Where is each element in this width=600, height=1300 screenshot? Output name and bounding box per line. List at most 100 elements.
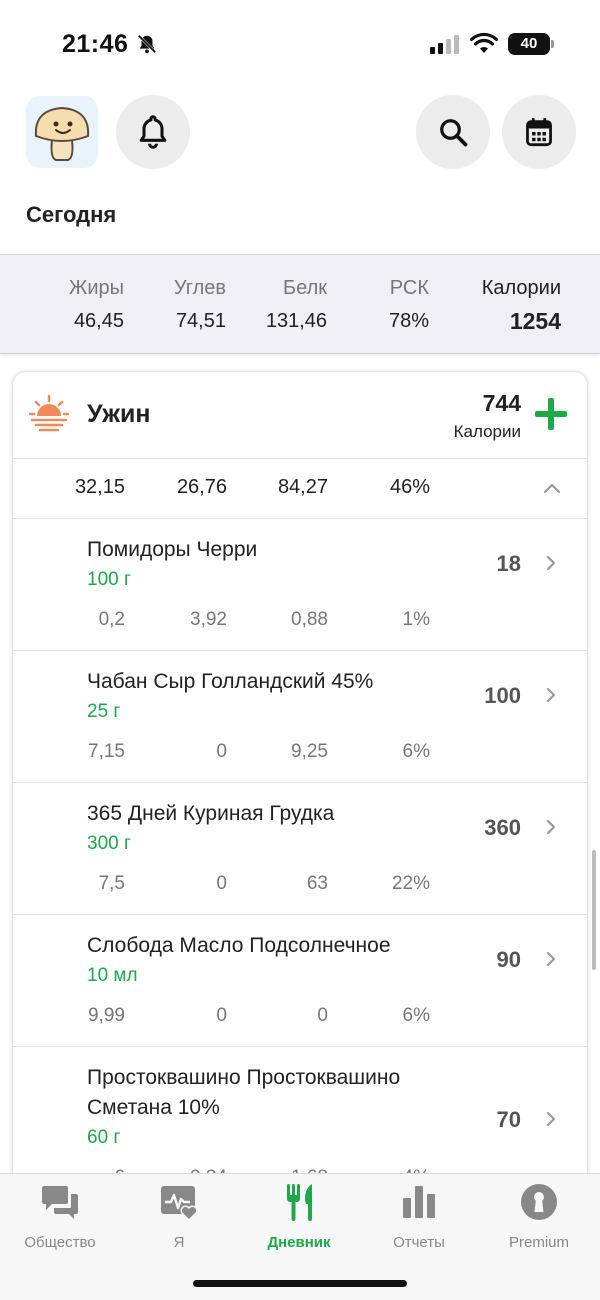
- fork-knife-icon: [287, 1184, 312, 1221]
- total-label: РСК: [389, 277, 429, 299]
- food-protein: 0: [317, 1005, 328, 1026]
- total-value: 78%: [388, 310, 429, 332]
- meal-card: Ужин 744 Калории 32,15 26,76 84,27 46% П…: [12, 371, 588, 1271]
- sunset-icon: [29, 394, 69, 432]
- tab-label: Дневник: [267, 1234, 331, 1251]
- total-label: Белк: [282, 277, 327, 299]
- home-indicator: [193, 1280, 407, 1287]
- food-calories: 90: [496, 947, 521, 972]
- food-rsk: 1%: [402, 609, 430, 630]
- total-label: Калории: [481, 277, 561, 299]
- chevron-right-icon: [546, 687, 556, 703]
- total-value: 74,51: [175, 310, 226, 332]
- bell-muted-icon: [137, 34, 157, 54]
- tab-label: Premium: [508, 1234, 569, 1251]
- total-rsk: РСК 78%: [389, 277, 429, 333]
- add-food-button[interactable]: [533, 396, 569, 432]
- bar-chart-icon: [403, 1186, 435, 1218]
- food-item[interactable]: Помидоры Черри 100 г 18 0,2 3,92 0,88 1%: [13, 518, 587, 650]
- tab-me[interactable]: Я: [119, 1182, 239, 1251]
- avatar[interactable]: [26, 96, 98, 168]
- food-protein: 0,88: [291, 609, 328, 630]
- notifications-button[interactable]: [116, 95, 190, 169]
- keyhole-icon: [521, 1184, 557, 1220]
- food-carbs: 0: [216, 741, 227, 762]
- food-name: Простоквашино Простоквашино Сметана 10%: [87, 1066, 401, 1119]
- battery-tip: [551, 40, 554, 48]
- food-fat: 7,15: [88, 741, 125, 762]
- tab-label: Отчеты: [393, 1234, 445, 1251]
- tab-diary[interactable]: Дневник: [239, 1182, 359, 1251]
- tab-community[interactable]: Общество: [0, 1182, 120, 1251]
- food-carbs: 0: [216, 873, 227, 894]
- meal-macros-row[interactable]: 32,15 26,76 84,27 46%: [13, 458, 587, 518]
- food-protein: 9,25: [291, 741, 328, 762]
- total-carbs: Углев 74,51: [174, 277, 226, 333]
- food-calories: 100: [484, 683, 521, 708]
- chevron-right-icon: [546, 1111, 556, 1127]
- food-protein: 63: [306, 873, 328, 894]
- food-fat: 0,2: [98, 609, 125, 630]
- food-calories: 360: [484, 815, 521, 840]
- search-icon: [440, 119, 468, 147]
- daily-totals-bar: Жиры 46,45 Углев 74,51 Белк 131,46 РСК 7…: [0, 254, 600, 354]
- food-rsk: 22%: [391, 873, 430, 894]
- chevron-right-icon: [546, 819, 556, 835]
- tab-reports[interactable]: Отчеты: [359, 1182, 479, 1251]
- battery-indicator: 40: [508, 33, 550, 55]
- food-calories: 18: [496, 551, 521, 576]
- total-protein: Белк 131,46: [266, 277, 327, 333]
- food-amount: 25 г: [87, 701, 121, 722]
- tab-label: Я: [173, 1234, 185, 1251]
- meal-carbs: 26,76: [176, 476, 227, 498]
- food-item[interactable]: 365 Дней Куриная Грудка 300 г 360 7,5 0 …: [13, 782, 587, 914]
- food-amount: 10 мл: [87, 965, 138, 986]
- food-item[interactable]: Чабан Сыр Голландский 45% 25 г 100 7,15 …: [13, 650, 587, 782]
- mushroom-avatar-icon: [34, 106, 90, 161]
- food-rsk: 6%: [402, 1005, 430, 1026]
- food-item[interactable]: Слобода Масло Подсолнечное 10 мл 90 9,99…: [13, 914, 587, 1046]
- chat-icon: [42, 1186, 78, 1219]
- tab-label: Общество: [24, 1234, 96, 1251]
- food-carbs: 0: [216, 1005, 227, 1026]
- search-button[interactable]: [416, 95, 490, 169]
- health-heart-icon: [161, 1186, 198, 1222]
- total-value: 131,46: [265, 310, 327, 332]
- total-label: Жиры: [68, 277, 124, 299]
- collapse-chevron-up-icon[interactable]: [543, 482, 561, 494]
- tab-premium[interactable]: Premium: [479, 1182, 599, 1251]
- scrollbar[interactable]: [592, 850, 596, 970]
- meal-rsk: 46%: [389, 476, 430, 498]
- page-title: Сегодня: [26, 202, 117, 227]
- meal-protein: 84,27: [277, 476, 328, 498]
- food-name: 365 Дней Куриная Грудка: [87, 802, 335, 825]
- food-amount: 100 г: [87, 569, 131, 590]
- total-calories: Калории 1254: [482, 277, 561, 335]
- food-rsk: 6%: [402, 741, 430, 762]
- food-name: Помидоры Черри: [87, 538, 258, 561]
- food-name: Чабан Сыр Голландский 45%: [87, 670, 374, 693]
- food-carbs: 3,92: [190, 609, 227, 630]
- status-bar: 21:46 40: [0, 0, 600, 88]
- meal-header[interactable]: Ужин 744 Калории: [13, 372, 587, 458]
- food-name: Слобода Масло Подсолнечное: [87, 934, 391, 957]
- meal-fat: 32,15: [74, 476, 125, 498]
- meal-calories-label: Калории: [453, 422, 521, 441]
- total-value: 46,45: [73, 310, 124, 332]
- chevron-right-icon: [546, 555, 556, 571]
- food-amount: 60 г: [87, 1127, 121, 1148]
- food-fat: 9,99: [88, 1005, 125, 1026]
- meal-calories: 744: [482, 390, 521, 416]
- total-value: 1254: [509, 308, 561, 334]
- wifi-icon: [470, 32, 498, 53]
- food-fat: 7,5: [98, 873, 125, 894]
- signal-icon: [430, 35, 459, 54]
- food-calories: 70: [496, 1107, 521, 1132]
- meal-name: Ужин: [87, 400, 151, 428]
- bell-icon: [139, 115, 167, 149]
- food-amount: 300 г: [87, 833, 131, 854]
- calendar-icon: [526, 118, 552, 147]
- total-fat: Жиры 46,45: [69, 277, 124, 333]
- status-time: 21:46: [62, 30, 129, 58]
- calendar-button[interactable]: [502, 95, 576, 169]
